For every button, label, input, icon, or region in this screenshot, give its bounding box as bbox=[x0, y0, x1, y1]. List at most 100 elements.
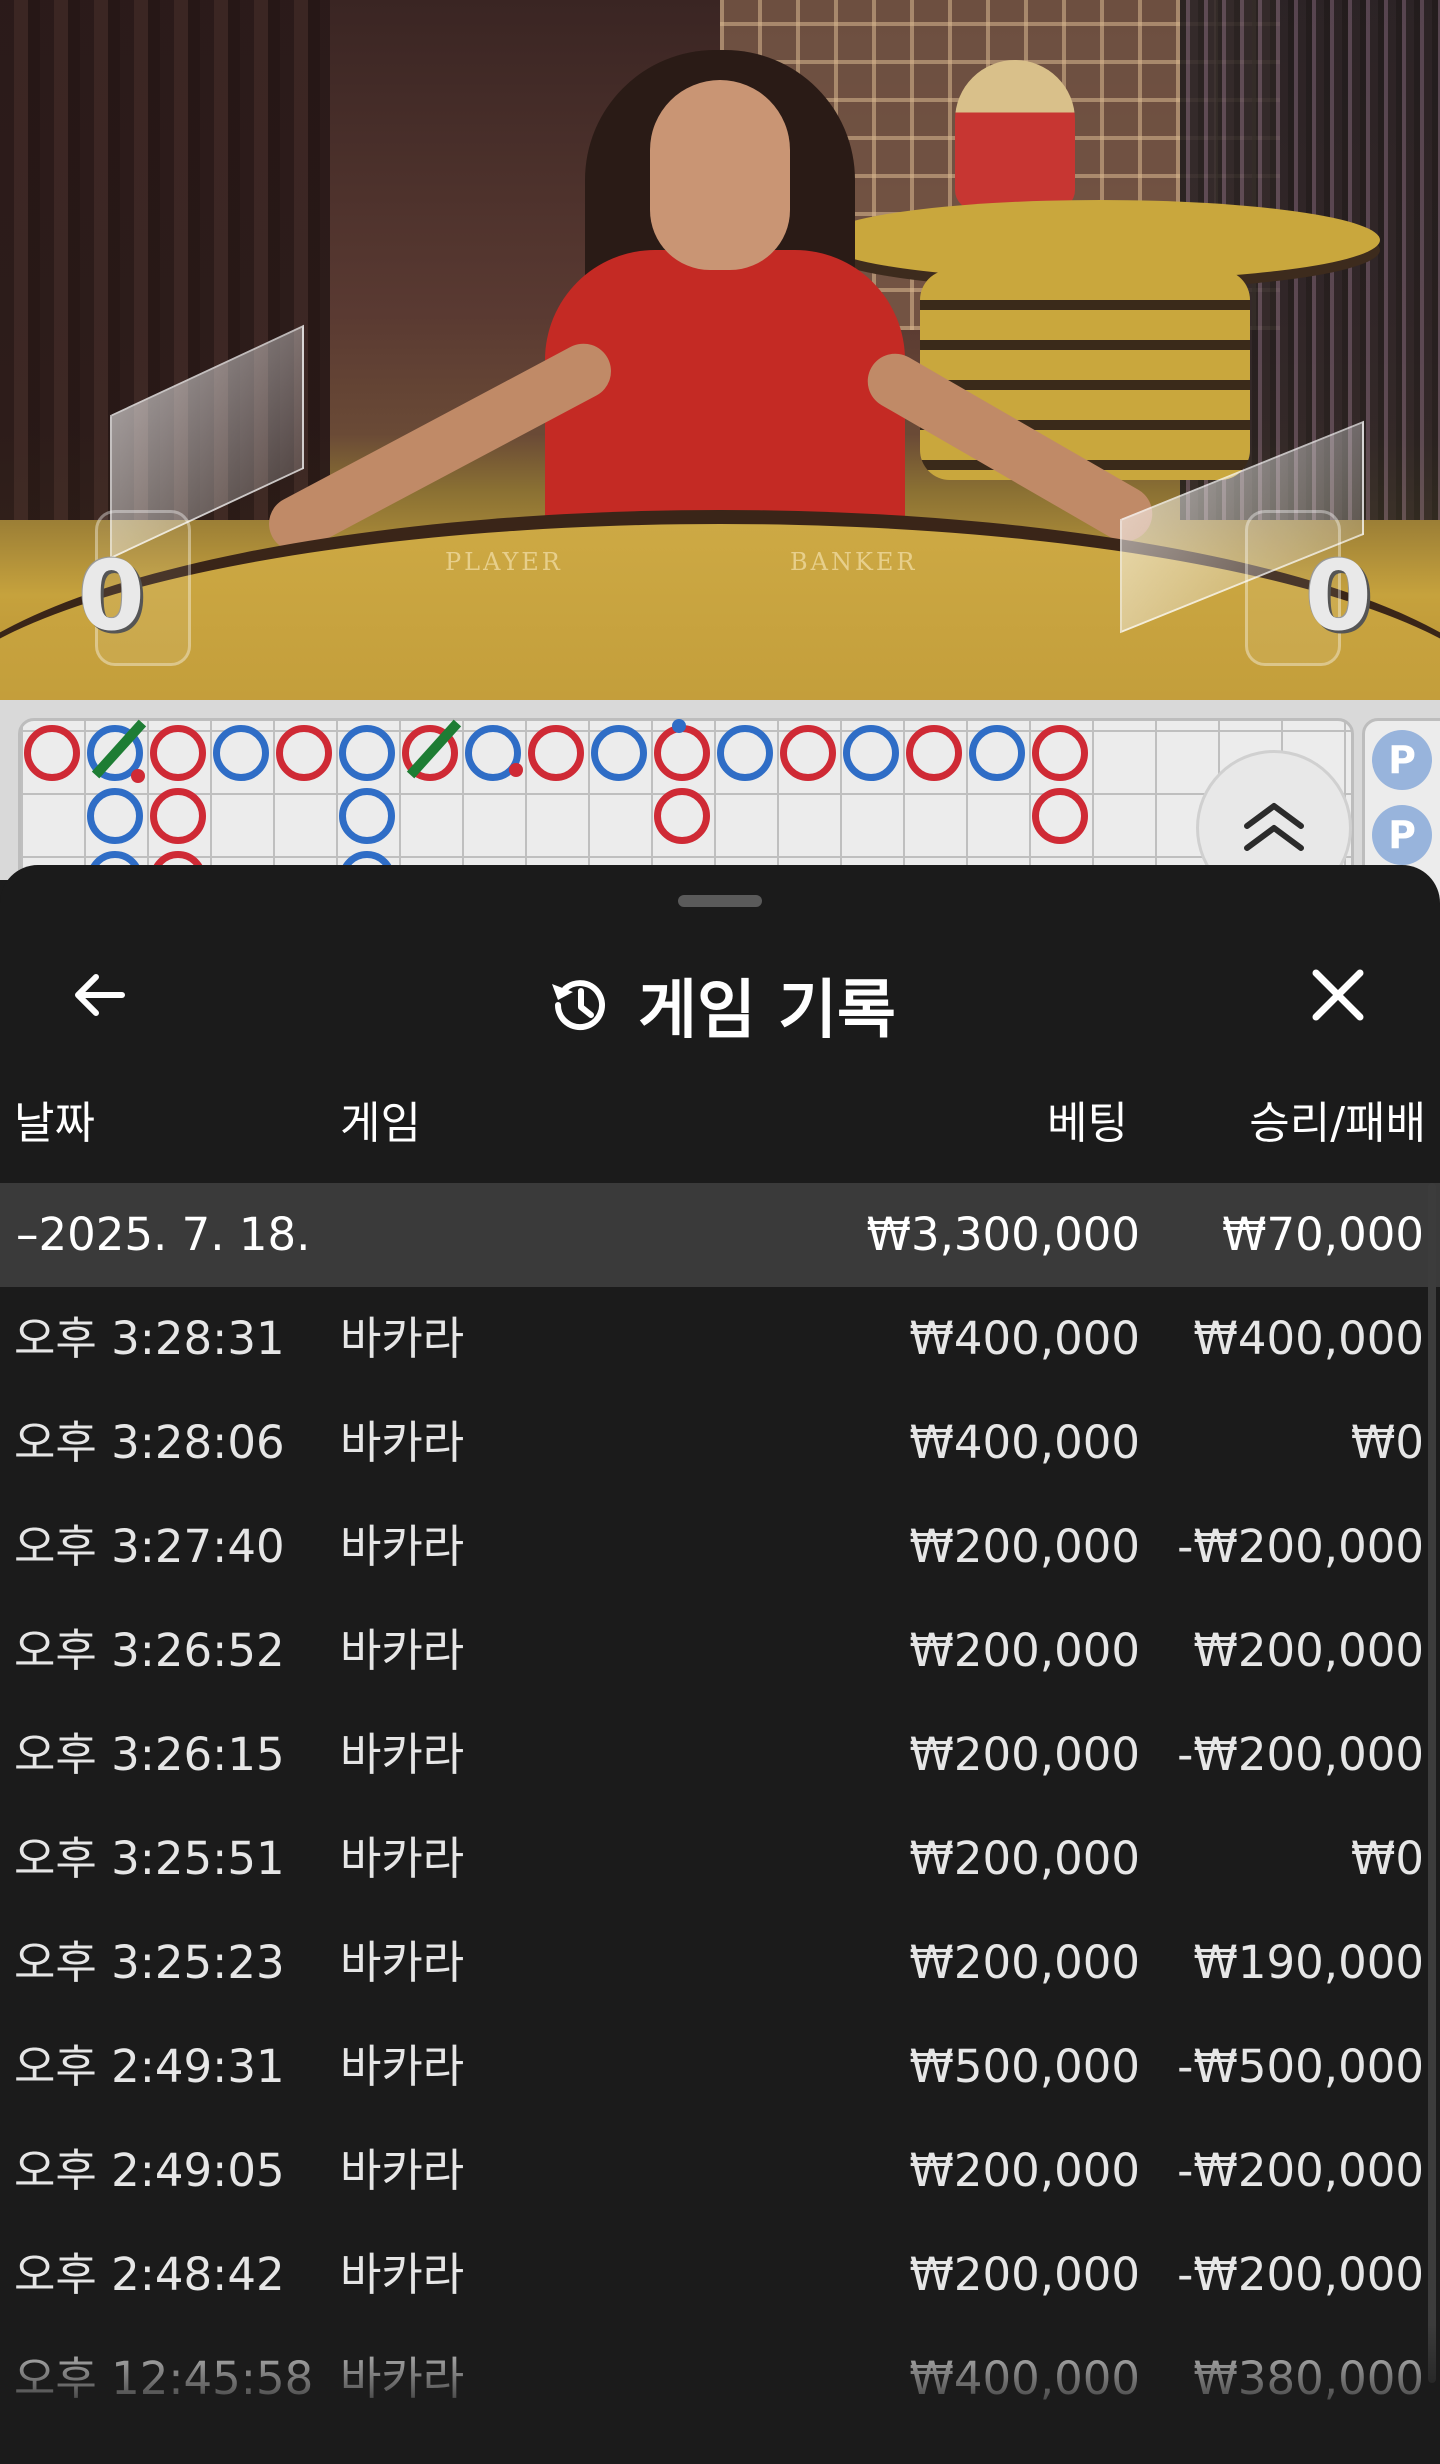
sheet-title: 게임 기록 bbox=[638, 974, 896, 1048]
row-time: 오후 3:25:51 bbox=[14, 1832, 285, 1885]
history-row[interactable]: 오후 3:28:06 바카라 ₩400,000 ₩0 bbox=[0, 1391, 1440, 1495]
history-rows: 오후 3:28:31 바카라 ₩400,000 ₩400,000 오후 3:28:06 바… bbox=[0, 1287, 1440, 2431]
pair-dot bbox=[509, 763, 523, 777]
row-game: 바카라 bbox=[340, 2248, 465, 2301]
player-bead bbox=[339, 788, 395, 844]
row-game: 바카라 bbox=[340, 1624, 465, 1677]
history-row[interactable]: 오후 2:49:05 바카라 ₩200,000 -₩200,000 bbox=[0, 2119, 1440, 2223]
table-header: 날짜 게임 베팅 승리/패배 bbox=[0, 1087, 1440, 1157]
date-group-row[interactable]: –2025. 7. 18. ₩3,300,000 ₩70,000 bbox=[0, 1183, 1440, 1287]
side-road-bead: P bbox=[1372, 805, 1432, 865]
row-win-loss: ₩190,000 bbox=[1193, 1936, 1424, 1989]
player-bead bbox=[843, 725, 899, 781]
history-icon bbox=[552, 980, 606, 1031]
player-bead bbox=[213, 725, 269, 781]
date-group-date: –2025. 7. 18. bbox=[16, 1208, 311, 1261]
row-game: 바카라 bbox=[340, 1936, 465, 1989]
banker-bead bbox=[150, 725, 206, 781]
banker-bead bbox=[906, 725, 962, 781]
row-game: 바카라 bbox=[340, 1520, 465, 1573]
player-bead bbox=[339, 725, 395, 781]
banker-bead bbox=[1032, 788, 1088, 844]
player-bead bbox=[591, 725, 647, 781]
date-group-total-bet: ₩3,300,000 bbox=[866, 1208, 1140, 1261]
row-game: 바카라 bbox=[340, 2144, 465, 2197]
history-row[interactable]: 오후 2:49:31 바카라 ₩500,000 -₩500,000 bbox=[0, 2015, 1440, 2119]
history-row[interactable]: 오후 3:25:23 바카라 ₩200,000 ₩190,000 bbox=[0, 1911, 1440, 2015]
close-icon bbox=[1312, 969, 1364, 1021]
row-bet: ₩500,000 bbox=[909, 2040, 1140, 2093]
history-row[interactable]: 오후 3:28:31 바카라 ₩400,000 ₩400,000 bbox=[0, 1287, 1440, 1391]
row-bet: ₩200,000 bbox=[909, 1728, 1140, 1781]
bead-road[interactable]: P P bbox=[0, 700, 1440, 924]
row-game: 바카라 bbox=[340, 2040, 465, 2093]
banker-bead bbox=[780, 725, 836, 781]
row-game: 바카라 bbox=[340, 1728, 465, 1781]
row-time: 오후 3:25:23 bbox=[14, 1936, 285, 1989]
player-bead bbox=[969, 725, 1025, 781]
history-row[interactable]: 오후 2:48:42 바카라 ₩200,000 -₩200,000 bbox=[0, 2223, 1440, 2327]
row-bet: ₩200,000 bbox=[909, 2144, 1140, 2197]
history-table[interactable]: –2025. 7. 18. ₩3,300,000 ₩70,000 오후 3:28… bbox=[0, 1183, 1440, 2464]
live-video-feed: PLAYER BANKER 0 0 bbox=[0, 0, 1440, 700]
row-win-loss: ₩400,000 bbox=[1193, 1312, 1424, 1365]
banker-bead bbox=[150, 788, 206, 844]
date-group-total-win-loss: ₩70,000 bbox=[1222, 1208, 1424, 1261]
game-history-sheet: 게임 기록 날짜 게임 베팅 승리/패배 –2025. 7. 18. ₩3,30… bbox=[0, 865, 1440, 2464]
row-win-loss: -₩200,000 bbox=[1177, 2248, 1424, 2301]
banker-bead bbox=[528, 725, 584, 781]
row-time: 오후 2:48:42 bbox=[14, 2248, 285, 2301]
banker-bead bbox=[654, 788, 710, 844]
list-fade bbox=[0, 2324, 1440, 2464]
dealer-body bbox=[545, 250, 905, 550]
column-header-win-loss: 승리/패배 bbox=[1249, 1098, 1426, 1149]
column-header-game: 게임 bbox=[340, 1098, 421, 1149]
banker-felt-label: BANKER bbox=[790, 548, 918, 576]
row-bet: ₩200,000 bbox=[909, 1936, 1140, 1989]
sheet-drag-handle[interactable] bbox=[678, 895, 762, 907]
history-row[interactable]: 오후 3:26:52 바카라 ₩200,000 ₩200,000 bbox=[0, 1599, 1440, 1703]
row-win-loss: -₩200,000 bbox=[1177, 1520, 1424, 1573]
row-time: 오후 3:26:52 bbox=[14, 1624, 285, 1677]
column-header-date: 날짜 bbox=[14, 1098, 95, 1149]
row-time: 오후 3:26:15 bbox=[14, 1728, 285, 1781]
row-bet: ₩200,000 bbox=[909, 1624, 1140, 1677]
row-bet: ₩200,000 bbox=[909, 2248, 1140, 2301]
banker-bead bbox=[1032, 725, 1088, 781]
player-score: 0 bbox=[78, 540, 145, 652]
background-table bbox=[820, 200, 1380, 280]
row-bet: ₩200,000 bbox=[909, 1520, 1140, 1573]
row-win-loss: ₩0 bbox=[1350, 1832, 1424, 1885]
column-header-bet: 베팅 bbox=[1047, 1098, 1128, 1149]
row-win-loss: -₩500,000 bbox=[1177, 2040, 1424, 2093]
history-row[interactable]: 오후 3:27:40 바카라 ₩200,000 -₩200,000 bbox=[0, 1495, 1440, 1599]
banker-bead bbox=[276, 725, 332, 781]
scrollbar[interactable] bbox=[1428, 1183, 1436, 2383]
row-bet: ₩400,000 bbox=[909, 1312, 1140, 1365]
row-bet: ₩400,000 bbox=[909, 1416, 1140, 1469]
dealer-face bbox=[650, 80, 790, 270]
close-button[interactable] bbox=[1296, 953, 1380, 1037]
row-game: 바카라 bbox=[340, 1312, 465, 1365]
row-time: 오후 2:49:31 bbox=[14, 2040, 285, 2093]
player-felt-label: PLAYER bbox=[445, 548, 563, 576]
banker-bead bbox=[24, 725, 80, 781]
banker-bead bbox=[654, 725, 710, 781]
chevron-double-up-icon bbox=[1244, 803, 1304, 851]
row-game: 바카라 bbox=[340, 1416, 465, 1469]
row-win-loss: ₩0 bbox=[1350, 1416, 1424, 1469]
row-time: 오후 3:28:06 bbox=[14, 1416, 285, 1469]
row-bet: ₩200,000 bbox=[909, 1832, 1140, 1885]
sheet-title-group: 게임 기록 bbox=[0, 959, 1440, 1051]
background-dealer bbox=[955, 60, 1075, 210]
history-row[interactable]: 오후 3:25:51 바카라 ₩200,000 ₩0 bbox=[0, 1807, 1440, 1911]
row-time: 오후 2:49:05 bbox=[14, 2144, 285, 2197]
history-row[interactable]: 오후 3:26:15 바카라 ₩200,000 -₩200,000 bbox=[0, 1703, 1440, 1807]
pair-dot bbox=[131, 769, 145, 783]
pair-dot bbox=[672, 719, 686, 733]
player-bead bbox=[717, 725, 773, 781]
banker-score: 0 bbox=[1305, 540, 1372, 652]
row-win-loss: -₩200,000 bbox=[1177, 1728, 1424, 1781]
row-time: 오후 3:28:31 bbox=[14, 1312, 285, 1365]
player-bead bbox=[87, 788, 143, 844]
